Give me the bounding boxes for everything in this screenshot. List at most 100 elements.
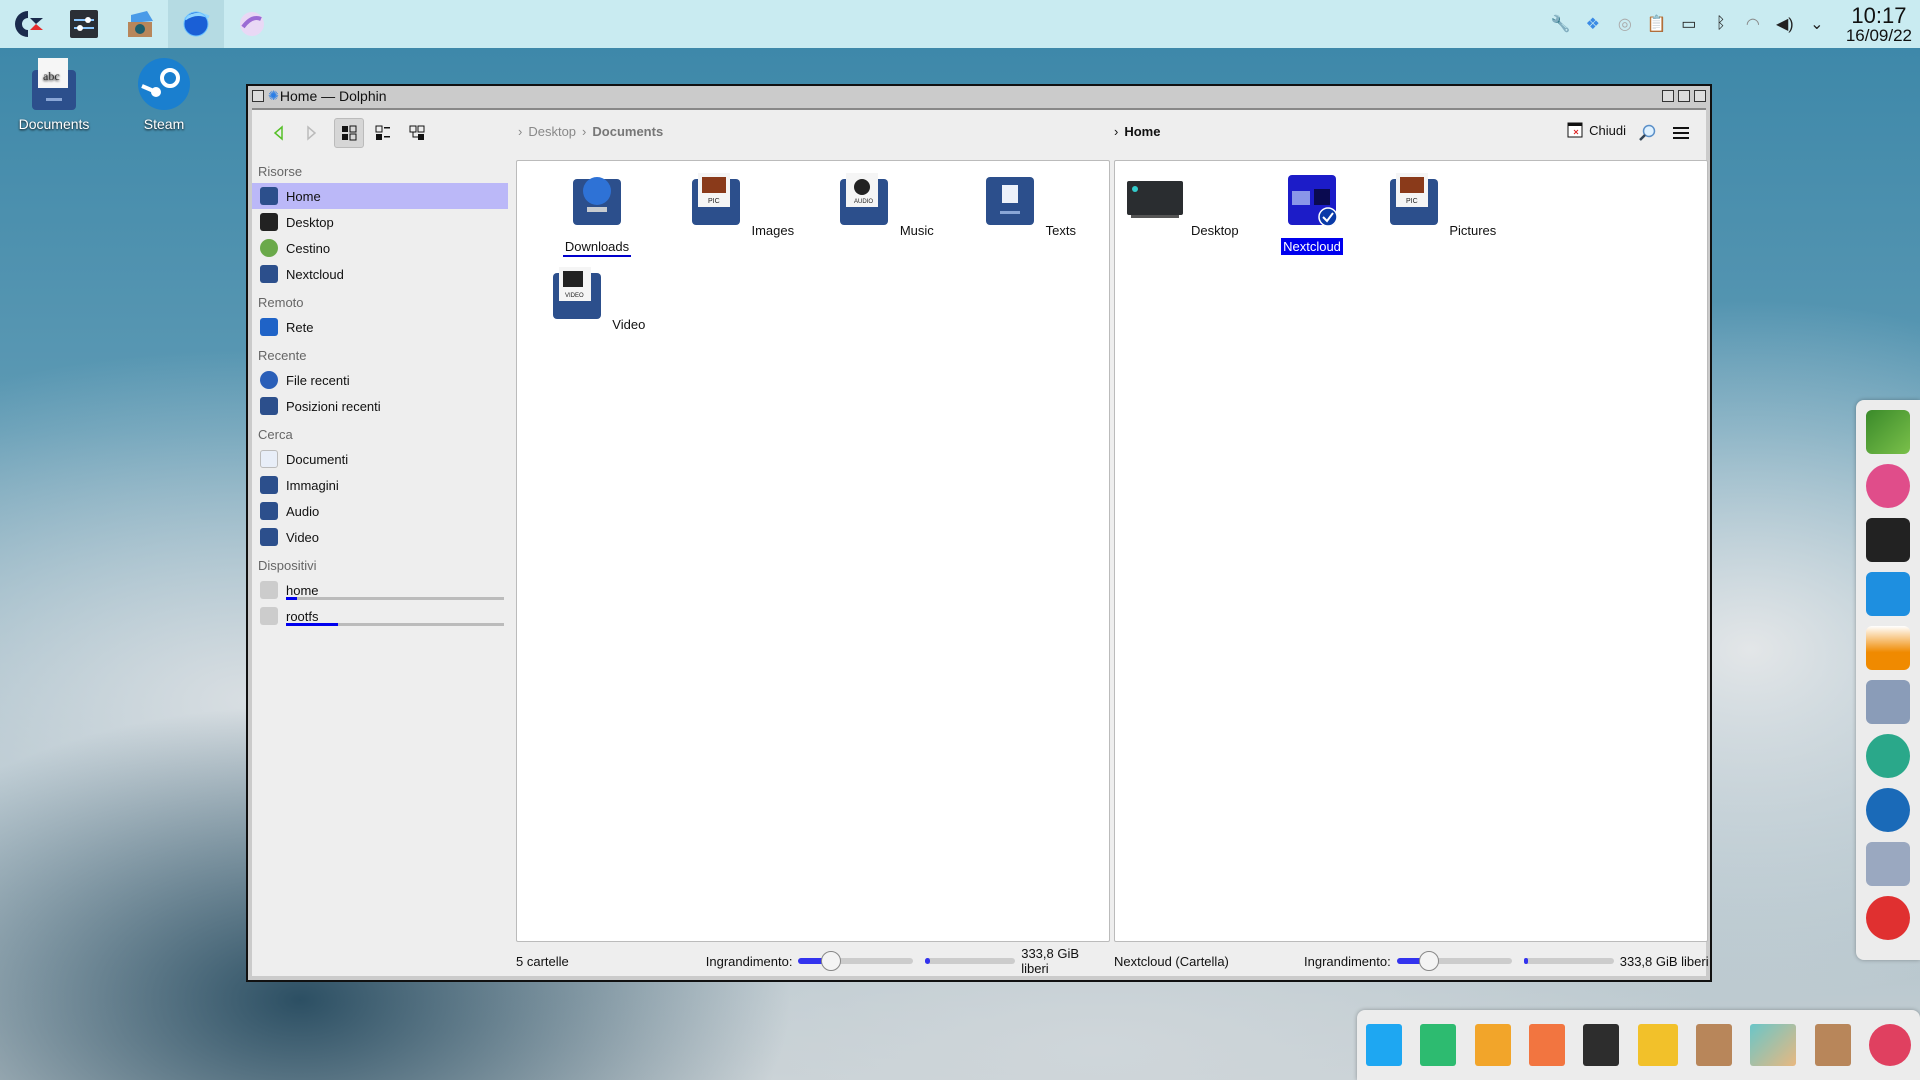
device-rootfs[interactable]: rootfs — [252, 603, 512, 629]
left-zoom-slider[interactable] — [798, 951, 914, 971]
launcher-viewer[interactable] — [224, 0, 280, 48]
game-icon[interactable] — [1868, 1024, 1911, 1066]
folder-texts[interactable]: Texts — [969, 169, 1089, 239]
launcher-commodore[interactable] — [0, 0, 56, 48]
item-label: Video — [612, 317, 646, 332]
help-window-button[interactable] — [1662, 90, 1674, 102]
details-view-button[interactable] — [402, 118, 432, 148]
draw-icon[interactable] — [1474, 1024, 1511, 1066]
launcher-dolphin[interactable] — [168, 0, 224, 48]
hard-drive-icon — [260, 581, 278, 599]
item-label: Nextcloud — [1281, 238, 1343, 255]
audio-icon — [260, 502, 278, 520]
search-icon — [1639, 124, 1656, 141]
folder-desktop[interactable]: Desktop — [1123, 169, 1243, 239]
tree-view-icon — [409, 125, 425, 140]
vlc-icon[interactable] — [1866, 626, 1910, 670]
clock-time: 10:17 — [1851, 2, 1907, 28]
desktop-monitor-icon — [1127, 181, 1184, 218]
window-menu-button[interactable] — [252, 90, 264, 102]
compact-view-button[interactable] — [368, 118, 398, 148]
sidebar-item-video[interactable]: Video — [252, 524, 508, 550]
image-viewer-icon[interactable] — [1866, 464, 1910, 508]
forward-button[interactable] — [296, 118, 326, 148]
launcher-settings[interactable] — [56, 0, 112, 48]
steam-tray-icon[interactable]: ◎ — [1614, 13, 1636, 35]
slider-knob[interactable] — [820, 951, 841, 971]
wifi-icon[interactable]: ◠ — [1742, 13, 1764, 35]
folder-music[interactable]: AUDIO Music — [825, 169, 945, 239]
sidebar-item-recent-files[interactable]: File recenti — [252, 367, 508, 393]
help-icon[interactable] — [1866, 896, 1910, 940]
close-split-icon — [1567, 122, 1583, 138]
folder-video[interactable]: VIDEO Video — [537, 263, 657, 333]
clipboard-icon[interactable]: 📋 — [1646, 13, 1668, 35]
tools-icon[interactable]: 🔧 — [1550, 13, 1572, 35]
folder-downloads[interactable]: Downloads — [537, 169, 657, 257]
window-titlebar[interactable]: ✺ Home — Dolphin — [248, 86, 1710, 106]
desktop-icon-steam[interactable]: Steam — [114, 56, 214, 132]
impress-icon[interactable] — [1529, 1024, 1566, 1066]
kdeconnect-icon[interactable] — [1866, 572, 1910, 616]
writer-icon[interactable] — [1366, 1024, 1403, 1066]
left-view-pane[interactable]: Downloads PIC Images AUDIO Music Texts V… — [516, 160, 1110, 942]
search-button[interactable] — [1632, 118, 1662, 148]
steam-icon — [136, 56, 192, 112]
template-icon[interactable] — [1583, 1024, 1620, 1066]
close-split-button[interactable]: Chiudi — [1567, 122, 1626, 138]
section-risorse: Risorse — [258, 164, 303, 179]
clock[interactable]: 10:17 16/09/22 — [1846, 2, 1912, 44]
sidebar-item-desktop[interactable]: Desktop — [252, 209, 508, 235]
texts-folder-icon — [986, 177, 1035, 225]
breadcrumb-documents[interactable]: Documents — [592, 124, 663, 139]
device-home[interactable]: home — [252, 577, 512, 603]
sidebar-item-documents[interactable]: Documenti — [252, 446, 508, 472]
screenshot-icon[interactable] — [1750, 1024, 1797, 1066]
maximize-window-button[interactable] — [1678, 90, 1690, 102]
notebook-icon[interactable] — [1866, 410, 1910, 454]
breadcrumb-desktop[interactable]: Desktop — [528, 124, 576, 139]
right-view-pane[interactable]: Desktop Nextcloud PIC Pictures — [1114, 160, 1708, 942]
folder-pictures[interactable]: PIC Pictures — [1381, 169, 1501, 239]
sidebar-item-home[interactable]: Home — [252, 183, 508, 209]
breadcrumb-home[interactable]: Home — [1124, 124, 1160, 139]
dropbox-icon[interactable]: ❖ — [1582, 13, 1604, 35]
software-center-icon — [128, 11, 153, 37]
sidebar-item-nextcloud[interactable]: Nextcloud — [252, 261, 508, 287]
sidebar-item-recent-locations[interactable]: Posizioni recenti — [252, 393, 508, 419]
webcam-icon[interactable] — [1866, 788, 1910, 832]
item-label: Music — [899, 223, 934, 238]
item-label: Downloads — [562, 238, 632, 257]
app-ring-icon[interactable] — [1866, 734, 1910, 778]
volume-icon[interactable]: ◀) — [1774, 13, 1796, 35]
calc-icon[interactable] — [1420, 1024, 1457, 1066]
battery-icon[interactable]: ▭ — [1678, 13, 1700, 35]
package-installer-icon[interactable] — [1814, 1024, 1851, 1066]
svg-text:PIC: PIC — [708, 198, 720, 205]
slider-knob[interactable] — [1418, 951, 1439, 971]
notes-icon[interactable] — [1637, 1024, 1678, 1066]
calculator-icon[interactable] — [1866, 680, 1910, 724]
back-button[interactable] — [264, 118, 294, 148]
bluetooth-icon[interactable]: ᛒ — [1710, 13, 1732, 35]
places-sidebar: Risorse Home Desktop Cestino Nextcloud R… — [252, 156, 512, 946]
right-zoom-slider[interactable] — [1396, 951, 1512, 971]
right-dock — [1856, 400, 1920, 960]
folder-nextcloud[interactable]: Nextcloud — [1252, 169, 1372, 255]
folder-images[interactable]: PIC Images — [681, 169, 801, 239]
menu-button[interactable] — [1666, 118, 1696, 148]
calibre-icon[interactable] — [1866, 518, 1910, 562]
launcher-software-center[interactable] — [112, 0, 168, 48]
close-window-button[interactable] — [1694, 90, 1706, 102]
desktop-icon-documents[interactable]: abc Documents — [4, 56, 104, 132]
chevron-down-icon[interactable]: ⌄ — [1806, 13, 1828, 35]
sidebar-item-trash[interactable]: Cestino — [252, 235, 508, 261]
sidebar-item-audio[interactable]: Audio — [252, 498, 508, 524]
images-folder-icon: PIC — [691, 173, 740, 225]
shell-icon[interactable] — [1866, 842, 1910, 886]
software-center-icon[interactable] — [1695, 1024, 1732, 1066]
grid-view-icon — [342, 125, 357, 141]
icons-view-button[interactable] — [334, 118, 364, 148]
sidebar-item-network[interactable]: Rete — [252, 314, 508, 340]
sidebar-item-images[interactable]: Immagini — [252, 472, 508, 498]
